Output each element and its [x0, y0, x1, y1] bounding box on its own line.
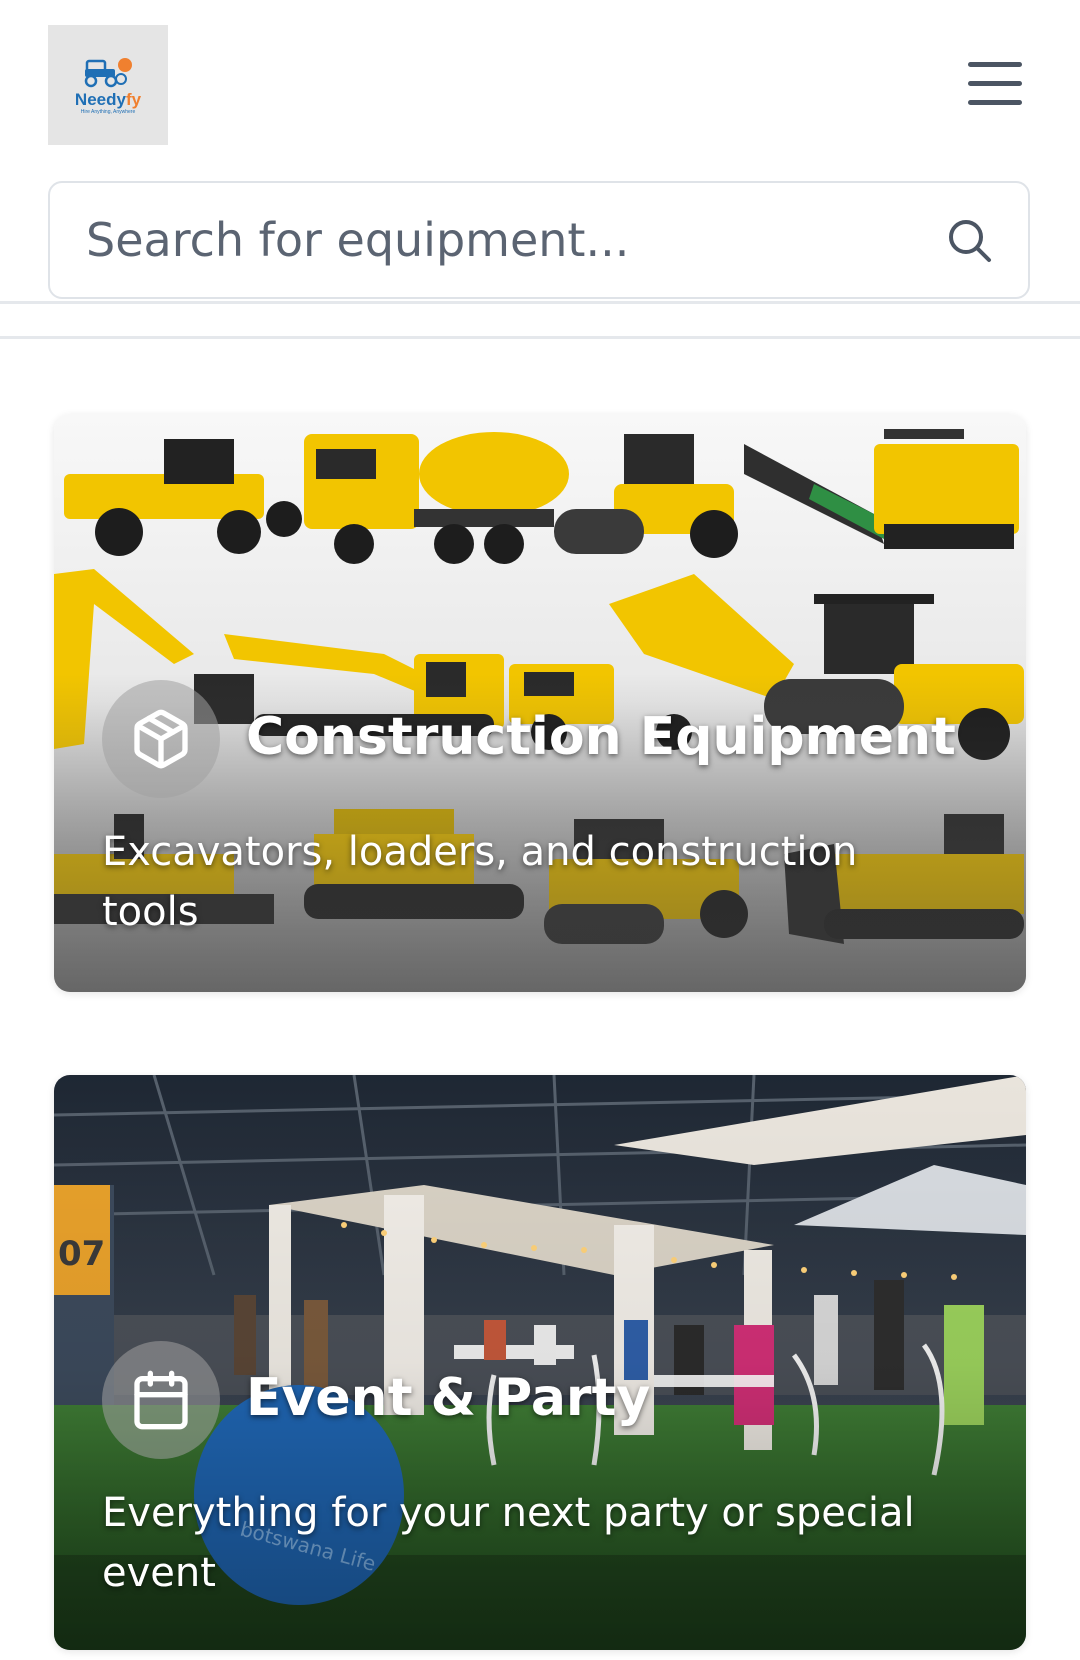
app-header: Needyfy Hire Anything, Anywhere: [0, 0, 1080, 150]
hamburger-menu-icon[interactable]: [966, 60, 1026, 108]
category-card-construction[interactable]: Construction Equipment Excavators, loade…: [54, 414, 1026, 992]
category-card-event-party[interactable]: 07: [54, 1075, 1026, 1650]
calendar-icon: [102, 1341, 220, 1459]
category-description: Excavators, loaders, and construction to…: [102, 829, 858, 935]
section-divider: [0, 336, 1080, 339]
needyfy-logo[interactable]: Needyfy Hire Anything, Anywhere: [48, 25, 168, 145]
category-title: Construction Equipment: [246, 707, 956, 767]
logo-wordmark: Needyfy: [74, 90, 142, 109]
search-icon[interactable]: [946, 217, 994, 265]
logo-tagline: Hire Anything, Anywhere: [80, 109, 136, 115]
header-divider: [0, 301, 1080, 304]
package-cube-icon: [102, 680, 220, 798]
category-description: Everything for your next party or specia…: [102, 1490, 915, 1596]
search-bar: [48, 181, 1030, 299]
tractor-logo-icon: [84, 58, 132, 88]
category-title: Event & Party: [246, 1368, 651, 1428]
search-input[interactable]: [86, 207, 886, 273]
